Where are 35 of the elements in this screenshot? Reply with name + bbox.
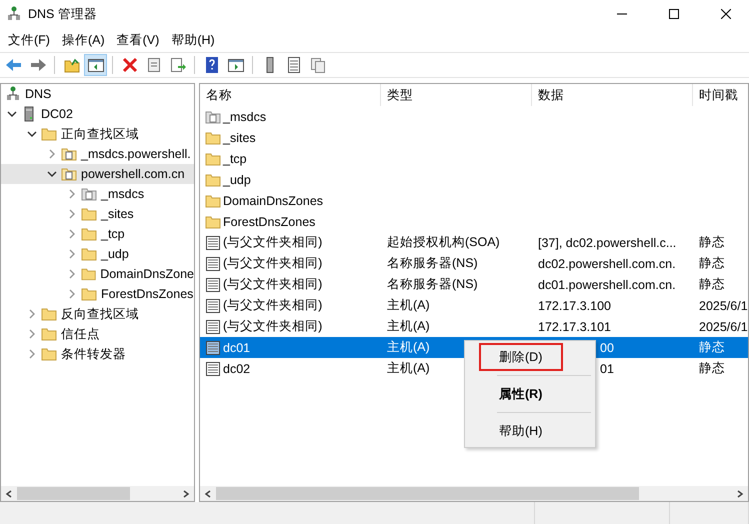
name-cell: dc01 bbox=[223, 340, 250, 354]
name-cell: _tcp bbox=[223, 152, 247, 166]
name-cell: (与父文件夹相同) bbox=[223, 297, 322, 314]
type-cell: 主机(A) bbox=[387, 339, 430, 356]
data-cell: 172.17.3.100 bbox=[538, 298, 611, 312]
name-cell: (与父文件夹相同) bbox=[223, 318, 322, 335]
window-title: DNS 管理器 bbox=[28, 6, 98, 22]
type-cell: 名称服务器(NS) bbox=[387, 255, 478, 272]
name-cell: _udp bbox=[223, 172, 251, 186]
data-cell-text: 01 bbox=[599, 362, 614, 376]
name-cell: DomainDnsZones bbox=[223, 194, 324, 208]
type-cell: 起始授权机构(SOA) bbox=[387, 234, 500, 251]
data-cell: dc02.powershell.com.cn. bbox=[538, 256, 676, 270]
data-cell: [37], dc02.powershell.c... bbox=[538, 236, 676, 250]
name-cell: ForestDnsZones bbox=[223, 214, 316, 228]
type-cell: 主机(A) bbox=[387, 318, 430, 335]
name-cell: (与父文件夹相同) bbox=[223, 255, 322, 272]
data-cell: 172.17.3.101 bbox=[538, 320, 611, 334]
timestamp-cell: 静态 bbox=[699, 234, 725, 251]
type-cell: 名称服务器(NS) bbox=[387, 276, 478, 293]
name-cell: (与父文件夹相同) bbox=[223, 234, 322, 251]
timestamp-cell: 2025/6/1 bbox=[699, 320, 748, 334]
timestamp-cell: 静态 bbox=[699, 360, 725, 377]
name-cell: _sites bbox=[223, 130, 256, 144]
timestamp-cell: 静态 bbox=[699, 276, 725, 293]
name-cell: dc02 bbox=[223, 362, 250, 376]
type-cell: 主机(A) bbox=[387, 360, 430, 377]
data-cell: dc01.powershell.com.cn. bbox=[538, 278, 676, 292]
timestamp-cell: 静态 bbox=[699, 255, 725, 272]
data-cell-text: 00 bbox=[599, 340, 614, 354]
timestamp-cell: 2025/6/1 bbox=[699, 298, 748, 312]
timestamp-cell: 静态 bbox=[699, 339, 725, 356]
name-cell: (与父文件夹相同) bbox=[223, 276, 322, 293]
name-cell: _msdcs bbox=[223, 110, 266, 124]
type-cell: 主机(A) bbox=[387, 297, 430, 314]
